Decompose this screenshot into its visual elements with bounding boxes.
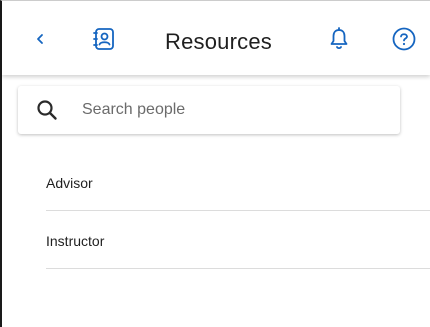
help-circle-icon [392,27,416,51]
resource-list: Advisor Instructor [2,153,430,269]
contacts-button[interactable] [90,25,118,53]
app-header: Resources [2,1,430,75]
list-item-label: Advisor [46,175,93,191]
divider [46,268,430,269]
back-button[interactable] [26,25,54,53]
contact-book-icon [93,28,114,50]
search-input[interactable] [82,96,382,124]
page-title: Resources [165,29,272,54]
search-icon [37,100,57,120]
list-item-advisor[interactable]: Advisor [2,153,430,211]
list-item-label: Instructor [46,233,105,249]
search-bar [18,86,400,134]
chevron-left-icon [37,34,43,44]
list-item-instructor[interactable]: Instructor [2,211,430,269]
notifications-button[interactable] [325,25,353,53]
bell-icon [330,27,348,50]
app-frame: Resources Advisor I [0,0,430,327]
help-button[interactable] [390,25,418,53]
